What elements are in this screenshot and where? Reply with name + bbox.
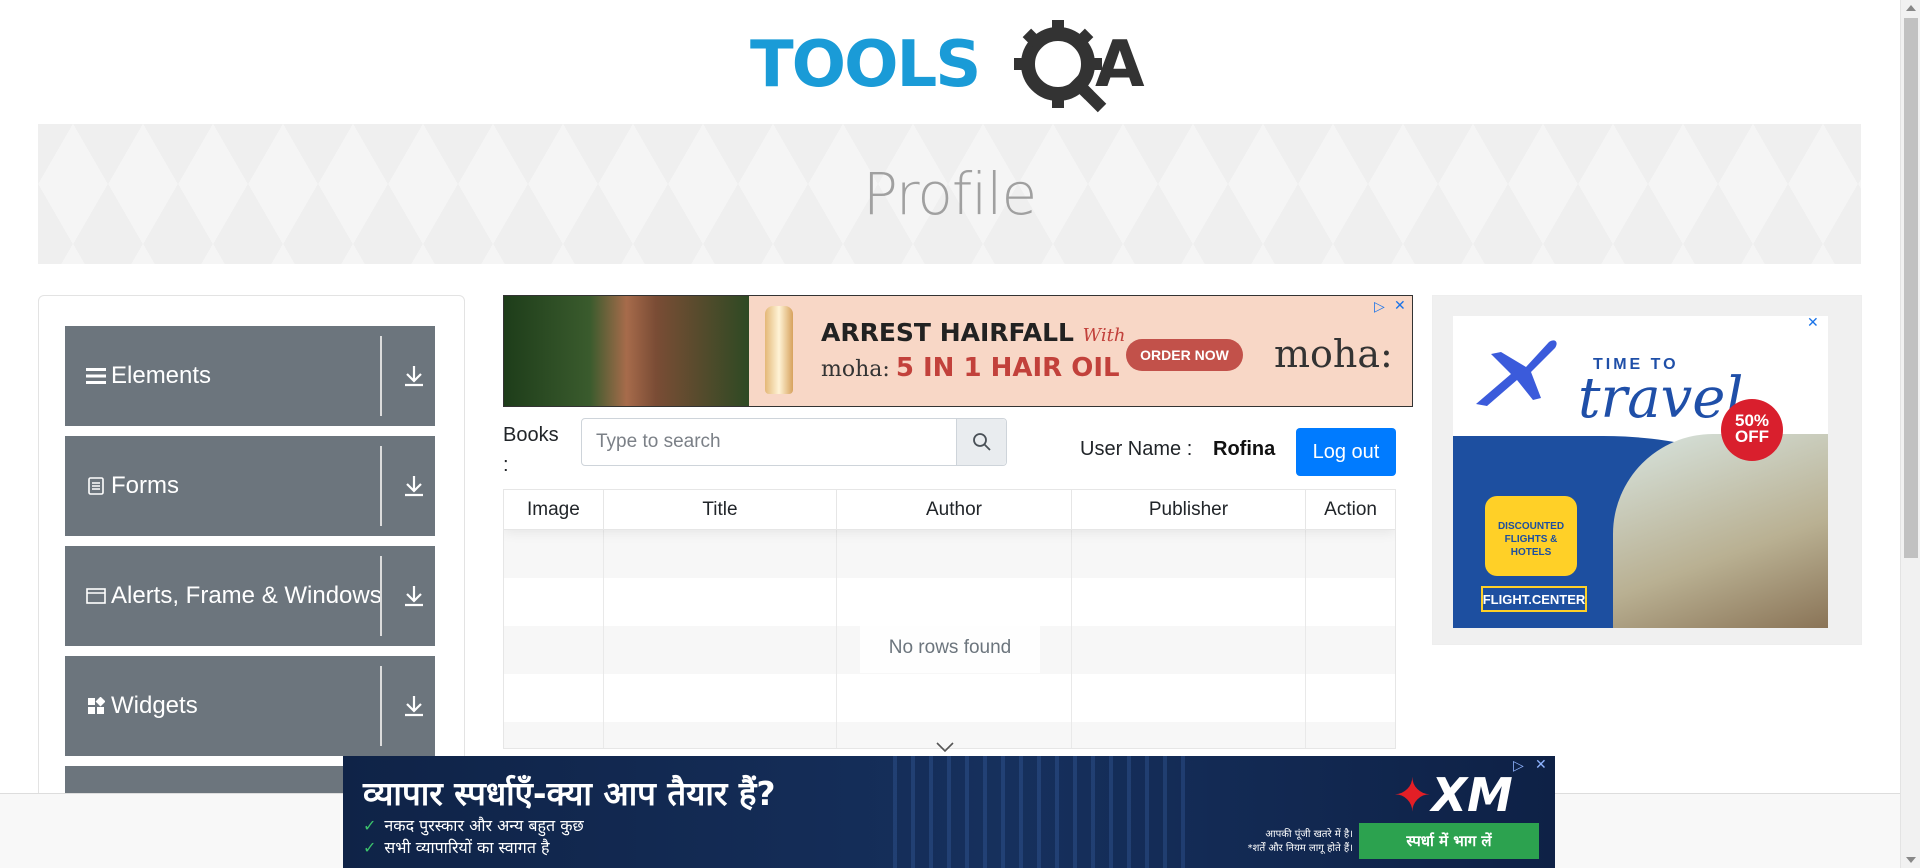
search-icon xyxy=(972,433,991,451)
scroll-down-arrow[interactable] xyxy=(1906,857,1916,863)
divider xyxy=(380,666,382,746)
scroll-up-arrow[interactable] xyxy=(1906,5,1916,11)
close-icon[interactable]: ✕ xyxy=(1394,297,1406,314)
ad-chart-graphic xyxy=(893,756,1193,868)
ad-cta-button[interactable]: स्पर्धा में भाग लें xyxy=(1359,823,1539,859)
close-icon[interactable]: ✕ xyxy=(1535,756,1547,773)
search-box xyxy=(581,418,1007,466)
table-row xyxy=(504,674,1395,722)
check-icon: ✓ xyxy=(363,838,377,857)
svg-text:TOOLS: TOOLS xyxy=(750,28,979,102)
ad-line-1: ✓ नकद पुरस्कार और अन्य बहुत कुछ xyxy=(363,816,584,835)
ad-headline: व्यापार स्पर्धाएँ-क्या आप तैयार हैं? xyxy=(363,774,776,813)
download-icon[interactable] xyxy=(403,694,425,723)
document-icon xyxy=(85,477,107,495)
books-label: Books : xyxy=(503,424,559,476)
ad-bubble: DISCOUNTED FLIGHTS & HOTELS xyxy=(1485,496,1577,576)
username-label: User Name : xyxy=(1080,438,1193,460)
svg-text:A: A xyxy=(1095,28,1145,102)
divider xyxy=(380,446,382,526)
ad-photo xyxy=(1613,434,1828,628)
ad-line-2: ✓ सभी व्यापारियों का स्वागत है xyxy=(363,838,550,857)
window-icon xyxy=(85,587,107,605)
divider xyxy=(380,336,382,416)
table-row xyxy=(504,578,1395,626)
column-header-publisher[interactable]: Publisher xyxy=(1072,490,1307,529)
sidebar-group-elements[interactable]: Elements xyxy=(65,326,435,426)
order-now-button[interactable]: ORDER NOW xyxy=(1126,339,1243,371)
sidebar-group-forms[interactable]: Forms xyxy=(65,436,435,536)
ad-brand: FLIGHT.CENTER xyxy=(1481,586,1587,612)
sidebar-group-label: Forms xyxy=(111,472,179,499)
sidebar-group-label: Alerts, Frame & Windows xyxy=(111,582,382,609)
adchoices-icon[interactable]: ▷ xyxy=(1374,298,1385,315)
table-header: Image Title Author Publisher Action xyxy=(504,490,1395,530)
vertical-scrollbar[interactable] xyxy=(1900,0,1920,868)
ad-photo xyxy=(504,296,749,406)
ad-brand: moha: xyxy=(1274,332,1393,376)
check-icon: ✓ xyxy=(363,816,377,835)
widgets-icon xyxy=(85,697,107,715)
no-rows-message: No rows found xyxy=(860,623,1040,673)
ad-subline: moha: 5 IN 1 HAIR OIL xyxy=(821,353,1120,383)
divider xyxy=(380,556,382,636)
download-icon[interactable] xyxy=(403,474,425,503)
ad-headline: ARREST HAIRFALL With xyxy=(821,318,1126,347)
search-button[interactable] xyxy=(956,419,1006,465)
download-icon[interactable] xyxy=(403,364,425,393)
column-header-title[interactable]: Title xyxy=(604,490,838,529)
ad-travel-text: travel xyxy=(1578,366,1744,431)
sidebar-group-widgets[interactable]: Widgets xyxy=(65,656,435,756)
sidebar-group-alerts[interactable]: Alerts, Frame & Windows xyxy=(65,546,435,646)
ad-banner-right[interactable]: TIME TO travel 50% OFF DISCOUNTED FLIGHTS… xyxy=(1432,295,1862,645)
toolsqa-logo[interactable]: TOOLS A xyxy=(750,18,1155,114)
sidebar-group-label: Widgets xyxy=(111,692,198,719)
page: TOOLS A Profile Elements Forms Alerts, F… xyxy=(0,0,1920,868)
sidebar-group-label: Elements xyxy=(111,362,212,389)
column-header-image[interactable]: Image xyxy=(504,490,604,529)
airplane-icon xyxy=(1471,334,1561,419)
adchoices-icon[interactable]: ▷ xyxy=(1513,757,1524,774)
page-title: Profile xyxy=(862,160,1037,228)
books-table: Image Title Author Publisher Action No r… xyxy=(503,489,1396,749)
username-value: Rofina xyxy=(1213,438,1276,460)
hamburger-icon xyxy=(85,367,107,385)
ad-banner-top[interactable]: ARREST HAIRFALL With moha: 5 IN 1 HAIR OI… xyxy=(503,295,1413,407)
ad-risk-disclaimer: आपकी पूंजी खतरे में है। *शर्तें और नियम ल… xyxy=(1247,829,1353,854)
product-bottle-image xyxy=(765,306,793,394)
page-banner: Profile xyxy=(38,124,1861,264)
discount-badge: 50% OFF xyxy=(1721,399,1783,461)
logout-button[interactable]: Log out xyxy=(1296,428,1396,476)
table-row xyxy=(504,530,1395,578)
column-header-author[interactable]: Author xyxy=(837,490,1072,529)
ad-banner-bottom[interactable]: व्यापार स्पर्धाएँ-क्या आप तैयार हैं? ✓ नक… xyxy=(343,756,1555,868)
search-input[interactable] xyxy=(582,419,956,465)
column-header-action[interactable]: Action xyxy=(1306,490,1395,529)
xm-logo: ✦XM xyxy=(1393,768,1513,822)
close-icon[interactable]: ✕ xyxy=(1807,314,1819,331)
scroll-thumb[interactable] xyxy=(1904,18,1918,558)
download-icon[interactable] xyxy=(403,584,425,613)
